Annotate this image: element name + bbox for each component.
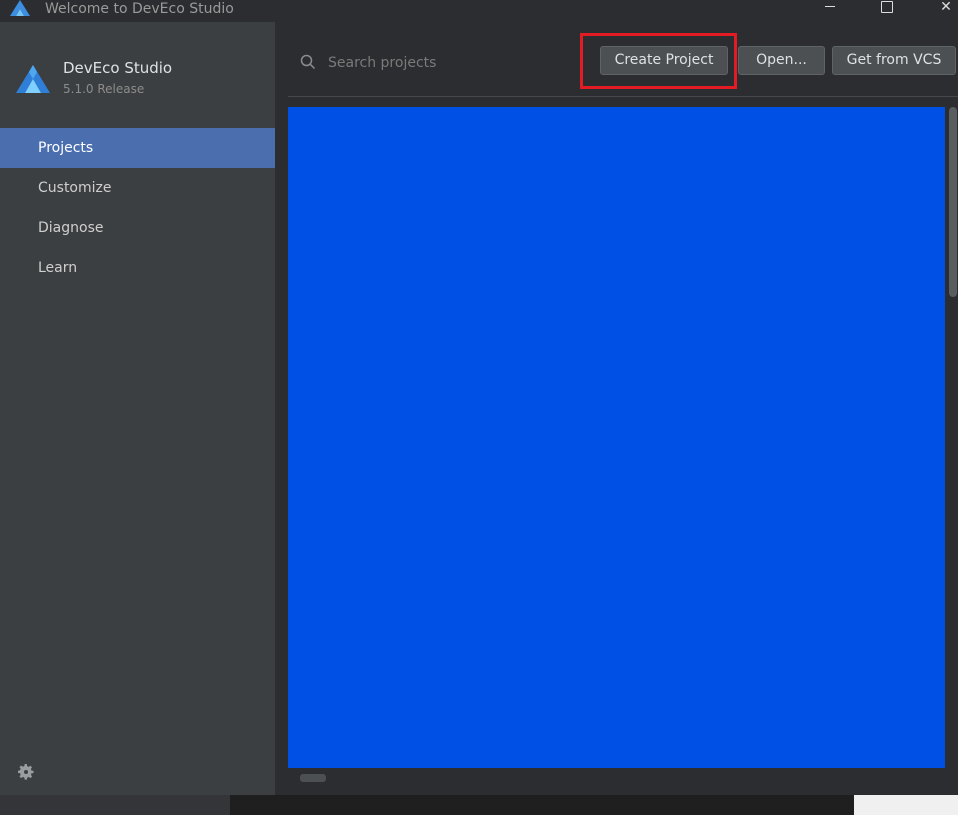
maximize-button[interactable] — [866, 0, 906, 20]
sidebar: DevEco Studio 5.1.0 Release Projects Cus… — [0, 22, 275, 795]
gear-icon[interactable] — [16, 762, 36, 782]
maximize-icon — [881, 1, 893, 13]
toggle-switch[interactable] — [300, 774, 326, 782]
open-button[interactable]: Open... — [738, 46, 825, 75]
close-icon: ✕ — [940, 0, 952, 15]
minimize-icon — [825, 6, 835, 7]
window-title: Welcome to DevEco Studio — [45, 1, 234, 17]
sidebar-item-label: Diagnose — [38, 220, 104, 236]
search-input[interactable] — [326, 52, 580, 74]
get-from-vcs-button[interactable]: Get from VCS — [832, 46, 956, 75]
sidebar-item-diagnose[interactable]: Diagnose — [0, 208, 275, 248]
sidebar-item-learn[interactable]: Learn — [0, 248, 275, 288]
sidebar-item-customize[interactable]: Customize — [0, 168, 275, 208]
minimize-button[interactable] — [810, 0, 850, 20]
search-icon — [300, 54, 316, 70]
project-list-area[interactable] — [288, 107, 945, 768]
sidebar-item-label: Learn — [38, 260, 78, 276]
taskbar-right — [854, 795, 958, 815]
brand-header: DevEco Studio 5.1.0 Release — [0, 52, 275, 102]
sidebar-item-label: Customize — [38, 180, 112, 196]
main-panel: Create Project Open... Get from VCS — [275, 22, 958, 795]
divider — [288, 96, 958, 97]
deveco-logo-icon — [16, 65, 50, 93]
sidebar-item-label: Projects — [38, 140, 94, 156]
deveco-app-icon — [10, 0, 30, 16]
sidebar-item-projects[interactable]: Projects — [0, 128, 275, 168]
taskbar-left — [0, 795, 230, 815]
brand-version: 5.1.0 Release — [63, 82, 145, 96]
brand-name: DevEco Studio — [63, 59, 173, 77]
create-project-button[interactable]: Create Project — [600, 46, 728, 75]
close-button[interactable]: ✕ — [926, 0, 958, 20]
title-bar: Welcome to DevEco Studio ✕ — [0, 0, 958, 22]
search-bar[interactable] — [300, 52, 580, 74]
scrollbar[interactable] — [949, 107, 957, 297]
taskbar — [230, 795, 854, 815]
